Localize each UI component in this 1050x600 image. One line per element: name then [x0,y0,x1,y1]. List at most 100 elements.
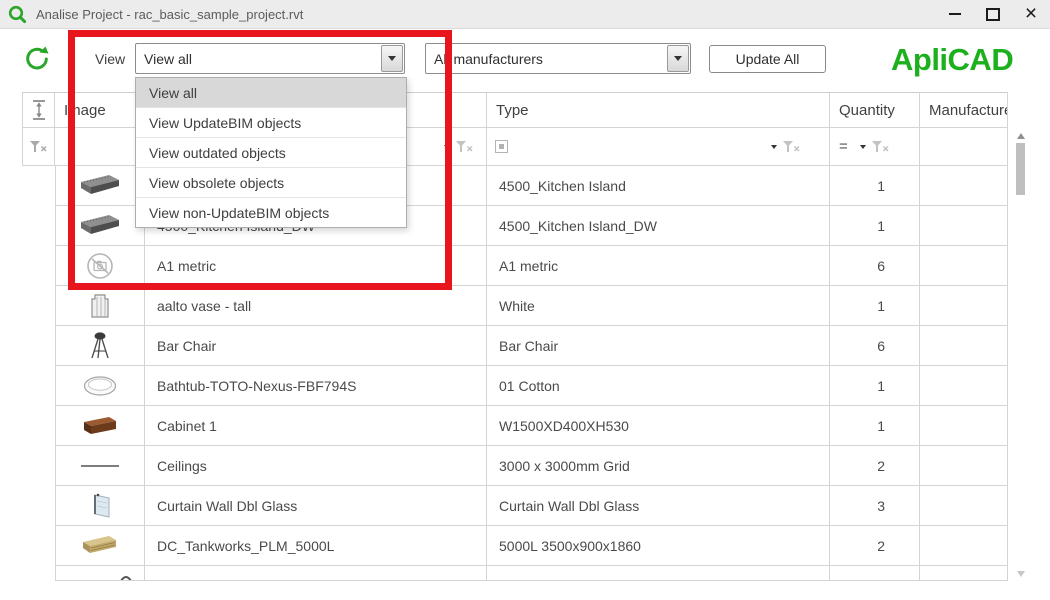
view-combobox-value: View all [136,51,380,67]
row-image-cell [55,246,145,286]
filter-cell-manufacturer[interactable] [920,128,1008,166]
view-option-all[interactable]: View all [136,78,406,108]
row-quantity: 6 [830,326,920,366]
column-header-type[interactable]: Type [487,93,830,128]
filter-mode-icon[interactable] [444,145,450,149]
view-combobox[interactable]: View all [135,43,405,74]
chevron-down-icon [674,56,682,61]
column-header-quantity[interactable]: Quantity [830,93,920,128]
filter-mode-icon[interactable] [860,145,866,149]
column-header-manufacturer[interactable]: Manufacturer [920,93,1008,128]
row-type: Bar Chair [487,326,830,366]
table-row[interactable]: Curtain Wall Dbl Glass Curtain Wall Dbl … [55,486,1008,526]
row-manufacturer [920,486,1008,526]
row-type: W1500XD400XH530 [487,406,830,446]
maximize-icon [986,8,1000,21]
row-quantity: 1 [830,206,920,246]
row-manufacturer [920,366,1008,406]
update-all-label: Update All [736,51,800,67]
no-image-icon [86,252,114,280]
row-manufacturer [920,526,1008,566]
quantity-operator[interactable]: = [839,138,848,155]
view-option-obsolete[interactable]: View obsolete objects [136,168,406,198]
clear-filters-button[interactable] [22,128,55,166]
manufacturers-combobox-dropdown-button[interactable] [667,45,689,72]
kitchen-island-dw-icon [78,213,122,239]
maximize-button[interactable] [974,0,1012,28]
row-image-cell [55,526,145,566]
row-type: White [487,286,830,326]
table-row[interactable]: Bathtub-TOTO-Nexus-FBF794S 01 Cotton 1 [55,366,1008,406]
column-header-image[interactable]: Image [55,93,145,128]
manufacturers-combobox-value: All manufacturers [426,51,666,67]
view-option-updatebim[interactable]: View UpdateBIM objects [136,108,406,138]
row-manufacturer [920,166,1008,206]
row-image-cell [55,566,145,581]
row-name: Bathtub-TOTO-Nexus-FBF794S [145,366,487,406]
ceilings-icon [79,454,121,478]
table-row-partial [55,566,1008,581]
row-manufacturer [920,246,1008,286]
row-quantity: 6 [830,246,920,286]
table-row[interactable]: DC_Tankworks_PLM_5000L 5000L 3500x900x18… [55,526,1008,566]
row-name: A1 metric [145,246,487,286]
update-all-button[interactable]: Update All [709,45,826,73]
scroll-up-arrow-icon[interactable] [1017,133,1025,139]
close-button[interactable]: × [1012,0,1050,28]
minimize-button[interactable] [936,0,974,28]
row-height-column-header[interactable] [22,93,55,128]
table-row[interactable]: Ceilings 3000 x 3000mm Grid 2 [55,446,1008,486]
vertical-scrollbar[interactable] [1014,131,1028,579]
row-type: A1 metric [487,246,830,286]
filter-cell-image[interactable] [55,128,145,166]
filter-cell-quantity[interactable]: = [830,128,920,166]
app-window: Analise Project - rac_basic_sample_proje… [0,0,1050,600]
view-option-non-updatebim[interactable]: View non-UpdateBIM objects [136,198,406,227]
window-controls: × [936,0,1050,28]
table-row[interactable]: A1 metric A1 metric 6 [55,246,1008,286]
chevron-down-icon [388,56,396,61]
refresh-icon [24,45,50,71]
filter-checkbox-icon[interactable] [495,140,508,153]
window-title: Analise Project - rac_basic_sample_proje… [36,7,303,22]
row-name: Ceilings [145,446,487,486]
vase-icon [88,291,112,321]
view-combobox-dropdown-button[interactable] [381,45,403,72]
row-image-cell [55,366,145,406]
kitchen-island-icon [78,173,122,199]
scroll-down-arrow-icon[interactable] [1017,571,1025,577]
brand-logo: ApliCAD [891,42,1021,78]
row-quantity: 1 [830,406,920,446]
filter-mode-icon[interactable] [771,145,777,149]
row-image-cell [55,286,145,326]
row-image-cell [55,446,145,486]
scrollbar-thumb[interactable] [1016,143,1025,195]
row-manufacturer [920,406,1008,446]
cabinet-icon [80,413,120,439]
filter-cell-type[interactable] [487,128,830,166]
table-row[interactable]: aalto vase - tall White 1 [55,286,1008,326]
table-row[interactable]: Bar Chair Bar Chair 6 [55,326,1008,366]
curtain-wall-icon [86,491,114,521]
row-image-cell [55,486,145,526]
view-label: View [95,51,125,67]
close-icon: × [1025,3,1037,24]
view-option-outdated[interactable]: View outdated objects [136,138,406,168]
bathtub-icon [82,374,118,398]
titlebar: Analise Project - rac_basic_sample_proje… [0,0,1050,29]
row-name: Cabinet 1 [145,406,487,446]
filter-clear-icon[interactable] [872,141,889,153]
row-quantity: 3 [830,486,920,526]
bar-chair-icon [87,331,113,361]
table-row[interactable]: Cabinet 1 W1500XD400XH530 1 [55,406,1008,446]
refresh-button[interactable] [24,45,50,71]
clipped-object-icon [118,575,134,581]
filter-clear-icon[interactable] [783,141,800,153]
row-stretch-icon [30,99,48,121]
row-manufacturer [920,206,1008,246]
manufacturers-combobox[interactable]: All manufacturers [425,43,691,74]
row-type: 3000 x 3000mm Grid [487,446,830,486]
filter-clear-icon[interactable] [456,141,473,153]
row-name: DC_Tankworks_PLM_5000L [145,526,487,566]
row-type: 5000L 3500x900x1860 [487,526,830,566]
